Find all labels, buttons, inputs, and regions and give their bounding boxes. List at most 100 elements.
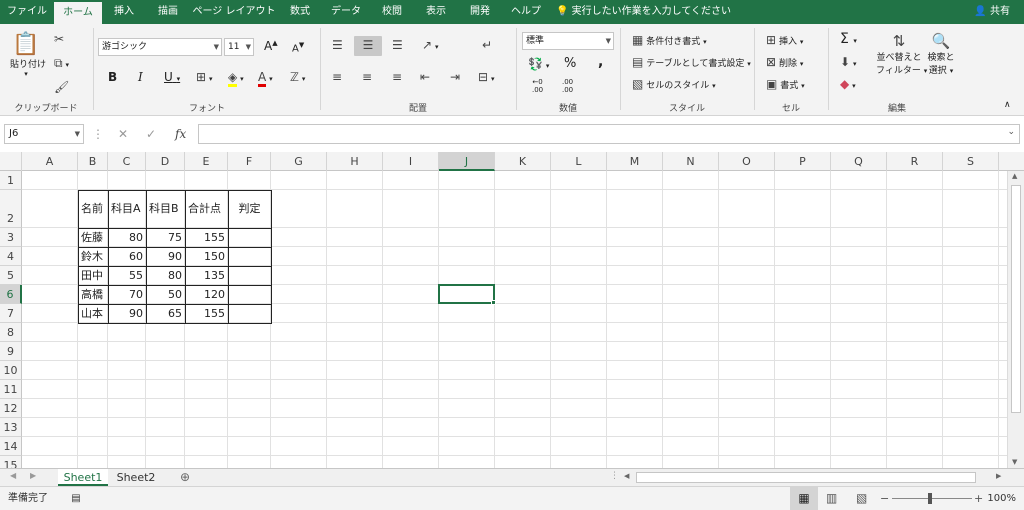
row-header-9[interactable]: 9 — [0, 342, 22, 361]
tab-file[interactable]: ファイル — [2, 0, 52, 24]
active-cell-selection[interactable] — [438, 284, 495, 304]
delete-cells-button[interactable]: ⊠ 削除 ▾ — [766, 55, 803, 69]
row-header-14[interactable]: 14 — [0, 437, 22, 456]
zoom-level[interactable]: 100% — [987, 487, 1016, 510]
column-header-r[interactable]: R — [887, 152, 943, 171]
row-header-12[interactable]: 12 — [0, 399, 22, 418]
fill-button[interactable]: ⬇ ▾ — [840, 55, 856, 69]
decrease-indent-button[interactable]: ⇤ — [420, 70, 430, 84]
conditional-formatting-button[interactable]: ▦ 条件付き書式 ▾ — [632, 33, 707, 47]
column-header-m[interactable]: M — [607, 152, 663, 171]
align-top-button[interactable]: ☰ — [332, 38, 343, 52]
autosum-button[interactable]: Σ ▾ — [840, 31, 857, 47]
zoom-out-icon[interactable]: − — [880, 487, 889, 510]
scroll-right-icon[interactable]: ▶ — [996, 472, 1001, 480]
share-button[interactable]: 👤 共有 — [974, 0, 1010, 24]
tab-insert[interactable]: 挿入 — [104, 0, 144, 24]
scroll-down-icon[interactable]: ▼ — [1012, 458, 1017, 466]
row-header-1[interactable]: 1 — [0, 171, 22, 190]
collapse-ribbon-button[interactable]: ∧ — [1004, 100, 1011, 110]
insert-cells-button[interactable]: ⊞ 挿入 ▾ — [766, 33, 803, 47]
comma-button[interactable]: , — [598, 54, 603, 70]
column-header-j[interactable]: J — [439, 152, 495, 171]
align-center-button[interactable]: ≡ — [362, 70, 372, 84]
column-header-b[interactable]: B — [78, 152, 108, 171]
sheet-tab-sheet1[interactable]: Sheet1 — [58, 469, 108, 486]
zoom-slider-thumb[interactable] — [928, 493, 932, 504]
insert-function-button[interactable]: fx — [175, 127, 186, 141]
number-format-combo[interactable]: 標準 ▼ — [522, 32, 614, 50]
increase-decimal-button[interactable]: ←0.00 — [532, 78, 543, 94]
tab-page-layout[interactable]: ページ レイアウト — [192, 0, 276, 24]
fill-handle[interactable] — [491, 300, 496, 305]
row-header-10[interactable]: 10 — [0, 361, 22, 380]
column-header-p[interactable]: P — [775, 152, 831, 171]
row-header-7[interactable]: 7 — [0, 304, 22, 323]
merge-center-button[interactable]: ⊟ ▾ — [478, 70, 494, 84]
format-painter-button[interactable]: 🖌 — [54, 80, 69, 94]
horizontal-scroll-thumb[interactable] — [636, 472, 976, 483]
sort-filter-button[interactable]: ⇅ 並べ替えと フィルター ▾ — [876, 32, 927, 76]
row-header-13[interactable]: 13 — [0, 418, 22, 437]
format-cells-button[interactable]: ▣ 書式 ▾ — [766, 77, 805, 91]
align-bottom-button[interactable]: ☰ — [392, 38, 403, 52]
row-header-15[interactable]: 15 — [0, 456, 22, 468]
column-header-n[interactable]: N — [663, 152, 719, 171]
zoom-in-icon[interactable]: + — [974, 487, 983, 510]
tab-home[interactable]: ホーム — [54, 2, 102, 24]
tab-review[interactable]: 校閲 — [372, 0, 412, 24]
tab-view[interactable]: 表示 — [416, 0, 456, 24]
row-header-4[interactable]: 4 — [0, 247, 22, 266]
cell-styles-button[interactable]: ▧ セルのスタイル ▾ — [632, 77, 716, 91]
tab-developer[interactable]: 開発 — [460, 0, 500, 24]
column-header-c[interactable]: C — [108, 152, 146, 171]
orientation-button[interactable]: ↗ ▾ — [422, 38, 438, 52]
underline-button[interactable]: U ▾ — [164, 70, 180, 84]
column-header-f[interactable]: F — [228, 152, 271, 171]
macro-record-icon[interactable]: ▤ — [71, 493, 80, 504]
font-size-combo[interactable]: 11 ▼ — [224, 38, 254, 56]
row-header-11[interactable]: 11 — [0, 380, 22, 399]
italic-button[interactable]: I — [138, 70, 143, 84]
cancel-icon[interactable]: ✕ — [118, 127, 128, 141]
copy-button[interactable]: ⧉ ▾ — [54, 56, 69, 71]
row-header-8[interactable]: 8 — [0, 323, 22, 342]
column-header-i[interactable]: I — [383, 152, 439, 171]
page-break-view-icon[interactable]: ▧ — [856, 487, 867, 510]
column-header-q[interactable]: Q — [831, 152, 887, 171]
cut-button[interactable]: ✂ — [54, 32, 64, 46]
name-box[interactable]: J6 ▼ — [4, 124, 84, 144]
grow-font-button[interactable]: A▲ — [264, 39, 278, 53]
accounting-format-button[interactable]: 💱 ▾ — [528, 57, 549, 71]
phonetic-button[interactable]: ℤ ▾ — [290, 70, 305, 84]
wrap-text-button[interactable]: ↵ — [482, 38, 492, 52]
column-header-l[interactable]: L — [551, 152, 607, 171]
select-all-corner[interactable] — [0, 152, 22, 171]
row-header-2[interactable]: 2 — [0, 190, 22, 228]
vertical-scroll-thumb[interactable] — [1011, 185, 1021, 413]
percent-button[interactable]: % — [564, 56, 576, 71]
tab-formulas[interactable]: 数式 — [280, 0, 320, 24]
bold-button[interactable]: B — [108, 70, 117, 84]
column-header-k[interactable]: K — [495, 152, 551, 171]
next-sheet-icon[interactable]: ▶ — [30, 471, 36, 480]
row-header-6[interactable]: 6 — [0, 285, 22, 304]
enter-icon[interactable]: ✓ — [146, 127, 156, 141]
column-header-s[interactable]: S — [943, 152, 999, 171]
clear-button[interactable]: ◆ ▾ — [840, 77, 856, 91]
page-layout-view-icon[interactable]: ▥ — [826, 487, 837, 510]
align-middle-button[interactable]: ☰ — [354, 36, 382, 56]
scroll-up-icon[interactable]: ▲ — [1012, 172, 1017, 180]
column-header-d[interactable]: D — [146, 152, 185, 171]
font-name-combo[interactable]: 游ゴシック ▼ — [98, 38, 222, 56]
decrease-decimal-button[interactable]: .00.00 — [562, 78, 573, 94]
add-sheet-icon[interactable]: ⊕ — [180, 470, 190, 484]
increase-indent-button[interactable]: ⇥ — [450, 70, 460, 84]
format-as-table-button[interactable]: ▤ テーブルとして書式設定 ▾ — [632, 55, 751, 69]
zoom-slider[interactable] — [892, 498, 972, 499]
tab-data[interactable]: データ — [324, 0, 368, 24]
fill-color-button[interactable]: ◈ ▾ — [228, 70, 244, 87]
vertical-scrollbar[interactable]: ▲ ▼ — [1007, 171, 1024, 468]
column-header-o[interactable]: O — [719, 152, 775, 171]
find-select-button[interactable]: 🔍 検索と 選択 ▾ — [924, 32, 958, 76]
